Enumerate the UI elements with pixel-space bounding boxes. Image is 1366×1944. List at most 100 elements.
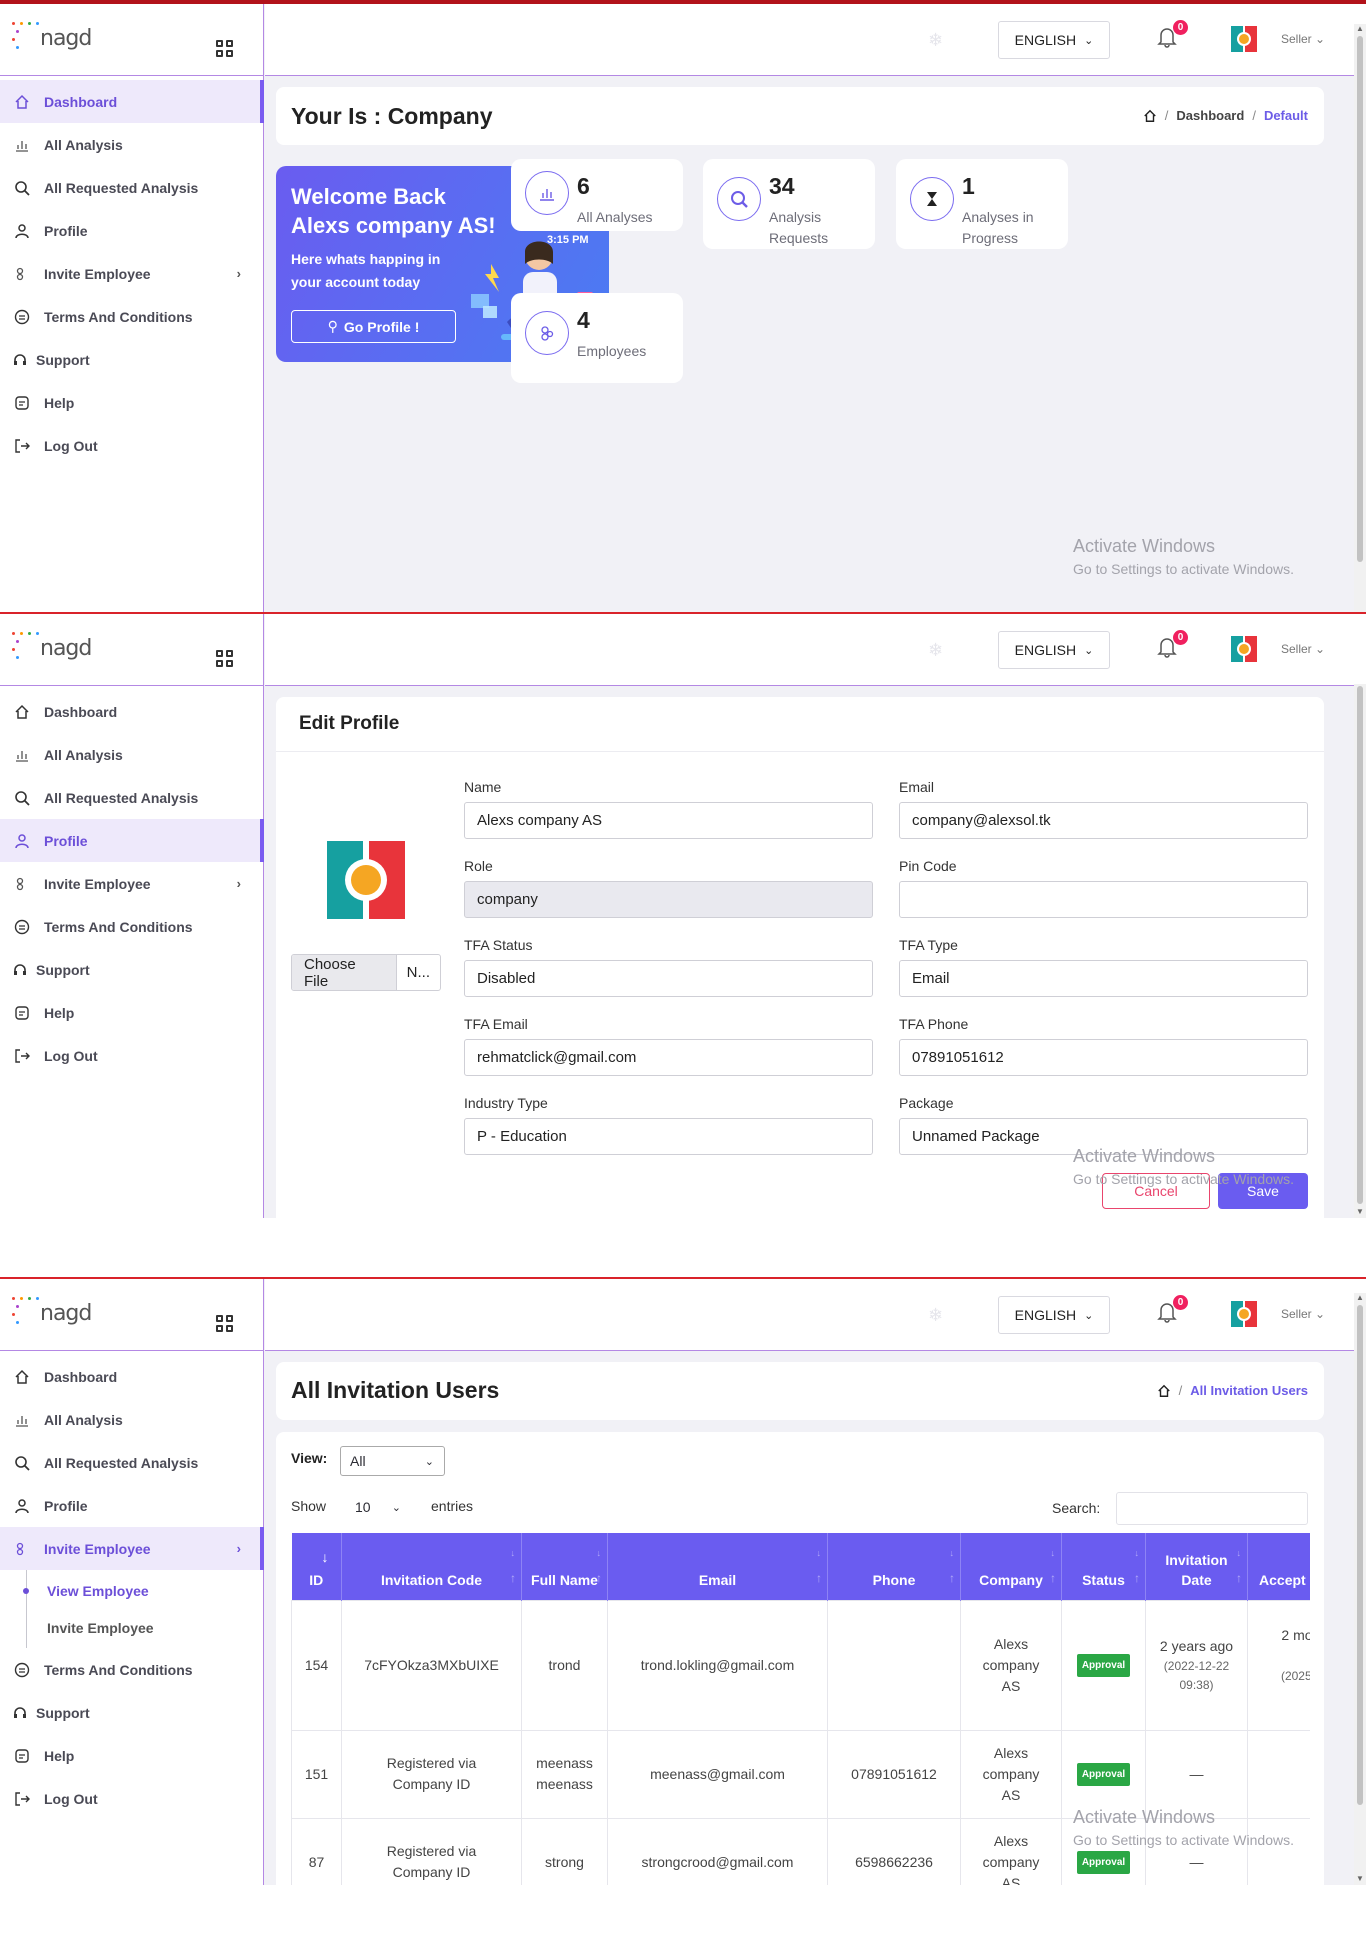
submenu-item-view-employee[interactable]: View Employee <box>23 1572 263 1609</box>
sidebar-item-all-requested-analysis[interactable]: All Requested Analysis <box>0 1441 263 1484</box>
apps-grid-icon[interactable] <box>216 650 233 667</box>
choose-file-button[interactable]: Choose File N... <box>291 954 441 991</box>
sidebar-item-logout[interactable]: Log Out <box>0 1777 263 1820</box>
stat-card-analysis-requests[interactable]: 34 Analysis Requests <box>703 159 875 249</box>
scrollbar-thumb[interactable] <box>1357 686 1363 1204</box>
logo[interactable]: nagd <box>10 20 92 51</box>
user-avatar[interactable] <box>1231 26 1257 52</box>
sidebar-item-all-requested-analysis[interactable]: All Requested Analysis <box>0 166 263 209</box>
home-icon[interactable] <box>1157 1384 1171 1398</box>
sidebar-item-support[interactable]: Support <box>0 338 263 381</box>
logo[interactable]: nagd <box>10 630 92 661</box>
scrollbar-thumb[interactable] <box>1357 1305 1363 1805</box>
name-input[interactable] <box>464 802 873 839</box>
column-header-full-name[interactable]: Full Name ↑ ↓ <box>521 1533 608 1600</box>
pin-code-input[interactable] <box>899 881 1308 918</box>
scrollbar[interactable]: ▼ <box>1354 684 1366 1218</box>
scrollbar[interactable]: ▲ ▼ <box>1354 1293 1366 1885</box>
logo[interactable]: nagd <box>10 1295 92 1326</box>
sidebar-item-help[interactable]: Help <box>0 381 263 424</box>
search-input[interactable] <box>1116 1492 1308 1525</box>
table-scroll[interactable]: ↓ ID Invitation Code ↑ ↓ Full Name ↑ ↓ Email ↑… <box>291 1533 1310 1885</box>
entries-select[interactable]: 10 ⌄ <box>341 1492 411 1522</box>
go-profile-button[interactable]: ⚲ Go Profile ! <box>291 310 456 343</box>
scroll-down-icon[interactable]: ▼ <box>1356 1207 1364 1216</box>
scroll-down-icon[interactable]: ▼ <box>1356 1874 1364 1883</box>
sidebar-item-support[interactable]: Support <box>0 948 263 991</box>
column-header-id[interactable]: ↓ ID <box>291 1533 342 1600</box>
user-role-label: Seller <box>1281 642 1312 656</box>
scrollbar[interactable]: ▲ <box>1354 24 1366 612</box>
sidebar-item-dashboard[interactable]: Dashboard <box>0 690 263 733</box>
tfa-phone-input[interactable] <box>899 1039 1308 1076</box>
column-header-email[interactable]: Email ↑ ↓ <box>607 1533 828 1600</box>
stat-card-employees[interactable]: 4 Employees <box>511 293 683 383</box>
sidebar-item-all-analysis[interactable]: All Analysis <box>0 123 263 166</box>
user-role-dropdown[interactable]: Seller ⌄ <box>1281 1307 1325 1321</box>
notification-bell-icon[interactable]: 0 <box>1157 1295 1188 1327</box>
column-header-invitation-date[interactable]: Invitation Date ↑ ↓ <box>1145 1533 1248 1600</box>
scroll-up-icon[interactable]: ▲ <box>1356 24 1364 33</box>
sidebar-item-dashboard[interactable]: Dashboard <box>0 80 264 123</box>
user-avatar[interactable] <box>1231 1301 1257 1327</box>
stat-card-analyses-in-progress[interactable]: 1 Analyses in Progress <box>896 159 1068 249</box>
sidebar-item-logout[interactable]: Log Out <box>0 424 263 467</box>
apps-grid-icon[interactable] <box>216 40 233 57</box>
sidebar-item-invite-employee[interactable]: Invite Employee › <box>0 862 263 905</box>
email-input[interactable] <box>899 802 1308 839</box>
package-input[interactable] <box>899 1118 1308 1155</box>
tfa-email-input[interactable] <box>464 1039 873 1076</box>
apps-grid-icon[interactable] <box>216 1315 233 1332</box>
column-header-company[interactable]: Company ↑ ↓ <box>960 1533 1062 1600</box>
sidebar-item-invite-employee[interactable]: Invite Employee › <box>0 252 263 295</box>
sidebar-item-invite-employee[interactable]: Invite Employee › <box>0 1527 264 1570</box>
cell-invitation-date: 2 years ago (2022-12-22 09:38) <box>1145 1599 1248 1731</box>
tfa-type-input[interactable] <box>899 960 1308 997</box>
sidebar-item-dashboard[interactable]: Dashboard <box>0 1355 263 1398</box>
user-role-dropdown[interactable]: Seller ⌄ <box>1281 32 1325 46</box>
table-row[interactable]: 154 7cFYOkza3MXbUIXE trond trond.lokling… <box>291 1599 1310 1731</box>
language-dropdown[interactable]: ENGLISH ⌄ <box>998 1296 1110 1334</box>
sidebar-item-help[interactable]: Help <box>0 991 263 1034</box>
industry-type-input[interactable] <box>464 1118 873 1155</box>
sidebar-item-terms[interactable]: Terms And Conditions <box>0 1648 263 1691</box>
language-dropdown[interactable]: ENGLISH ⌄ <box>998 21 1110 59</box>
column-header-status[interactable]: Status ↑ ↓ <box>1061 1533 1146 1600</box>
save-button[interactable]: Save <box>1218 1173 1308 1209</box>
home-icon <box>12 702 32 722</box>
sidebar-item-profile[interactable]: Profile <box>0 209 263 252</box>
scrollbar-thumb[interactable] <box>1357 36 1363 562</box>
chevron-right-icon: › <box>236 876 241 891</box>
column-header-accept-date[interactable]: Accept Date <box>1247 1533 1310 1600</box>
sidebar-item-label: Invite Employee <box>44 265 151 282</box>
sidebar-item-all-analysis[interactable]: All Analysis <box>0 1398 263 1441</box>
cancel-button[interactable]: Cancel <box>1102 1173 1210 1209</box>
breadcrumb-parent[interactable]: Dashboard <box>1176 108 1244 123</box>
sidebar-item-all-analysis[interactable]: All Analysis <box>0 733 263 776</box>
headset-icon <box>10 960 30 980</box>
column-header-phone[interactable]: Phone ↑ ↓ <box>827 1533 961 1600</box>
submenu-item-invite-employee[interactable]: Invite Employee <box>27 1609 263 1646</box>
sort-icon: ↓ <box>510 1548 516 1558</box>
stat-card-all-analyses[interactable]: 6 All Analyses <box>511 159 683 231</box>
table-row[interactable]: 151 Registered via Company ID meenass me… <box>291 1729 1310 1819</box>
sidebar-item-all-requested-analysis[interactable]: All Requested Analysis <box>0 776 263 819</box>
table-row[interactable]: 87 Registered via Company ID strong stro… <box>291 1817 1310 1885</box>
sidebar-item-profile[interactable]: Profile <box>0 1484 263 1527</box>
user-role-dropdown[interactable]: Seller ⌄ <box>1281 642 1325 656</box>
sidebar-item-terms[interactable]: Terms And Conditions <box>0 905 263 948</box>
scroll-up-icon[interactable]: ▲ <box>1356 1293 1364 1302</box>
notification-bell-icon[interactable]: 0 <box>1157 630 1188 662</box>
sidebar-item-support[interactable]: Support <box>0 1691 263 1734</box>
home-icon[interactable] <box>1143 109 1157 123</box>
user-avatar[interactable] <box>1231 636 1257 662</box>
view-filter-select[interactable]: All ⌄ <box>340 1446 445 1476</box>
sidebar-item-help[interactable]: Help <box>0 1734 263 1777</box>
tfa-status-input[interactable] <box>464 960 873 997</box>
sidebar-item-terms[interactable]: Terms And Conditions <box>0 295 263 338</box>
sidebar-item-profile[interactable]: Profile <box>0 819 264 862</box>
notification-bell-icon[interactable]: 0 <box>1157 20 1188 52</box>
sidebar-item-logout[interactable]: Log Out <box>0 1034 263 1077</box>
column-header-invitation-code[interactable]: Invitation Code ↑ ↓ <box>341 1533 522 1600</box>
language-dropdown[interactable]: ENGLISH ⌄ <box>998 631 1110 669</box>
